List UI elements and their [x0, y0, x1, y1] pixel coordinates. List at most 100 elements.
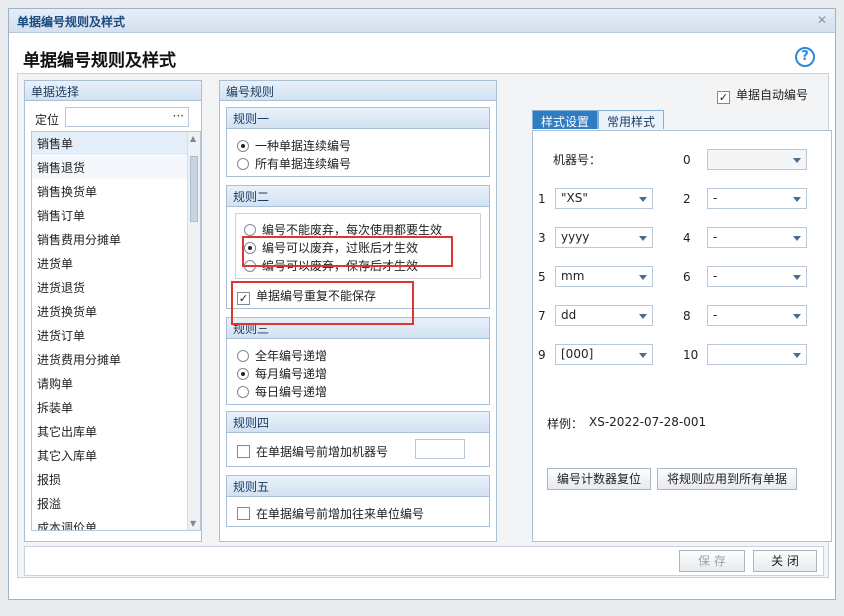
help-icon[interactable]: ?	[795, 47, 815, 67]
close-icon[interactable]: ✕	[817, 13, 827, 27]
segment-4-value: -	[713, 230, 718, 244]
checkbox-icon[interactable]	[237, 445, 250, 458]
segment-9-value: [000]	[561, 347, 594, 361]
segment-3-select[interactable]: yyyy	[555, 227, 653, 248]
list-item[interactable]: 成本调价单	[32, 516, 200, 530]
rule1-option2-label: 所有单据连续编号	[255, 157, 352, 171]
segment-9-select[interactable]: [000]	[555, 344, 653, 365]
list-item[interactable]: 销售退货	[32, 156, 200, 180]
index-2: 2	[683, 192, 691, 206]
chevron-down-icon	[793, 236, 801, 241]
segment-5-select[interactable]: mm	[555, 266, 653, 287]
sample-label: 样例：	[547, 417, 584, 431]
content-area: 单据选择 定位 ··· 销售单 销售退货 销售换货单 销售订单 销售费用分摊单 进货单 进货…	[17, 73, 832, 578]
radio-icon[interactable]	[237, 350, 249, 362]
save-button[interactable]: 保 存	[679, 550, 745, 572]
auto-number-check[interactable]: ✓ 单据自动编号	[716, 86, 808, 104]
radio-icon[interactable]	[237, 140, 249, 152]
list-item[interactable]: 其它入库单	[32, 444, 200, 468]
segment-4-select[interactable]: -	[707, 227, 807, 248]
list-item[interactable]: 请购单	[32, 372, 200, 396]
rule3-option3[interactable]: 每日编号递增	[237, 383, 327, 400]
machine-label: 机器号：	[553, 153, 602, 167]
index-1: 1	[538, 192, 546, 206]
rule3-option1[interactable]: 全年编号递增	[237, 347, 327, 364]
list-item[interactable]: 进货换货单	[32, 300, 200, 324]
list-item[interactable]: 销售单	[32, 132, 200, 156]
segment-6-select[interactable]: -	[707, 266, 807, 287]
index-4: 4	[683, 231, 691, 245]
rule4-group: 规则四 在单据编号前增加机器号	[226, 411, 490, 467]
tab-style-settings[interactable]: 样式设置	[532, 110, 599, 129]
chevron-down-icon	[639, 236, 647, 241]
list-item[interactable]: 拆装单	[32, 396, 200, 420]
style-tab-panel: 机器号： 0 1 "XS" 2 - 3 yyyy 4 - 5 mm 6 - 7 …	[532, 130, 832, 542]
list-item[interactable]: 报损	[32, 468, 200, 492]
segment-7-value: dd	[561, 308, 577, 322]
list-scrollbar[interactable]: ▲ ▼	[187, 132, 200, 530]
tab-common-styles[interactable]: 常用样式	[598, 110, 665, 129]
segment-0-select[interactable]	[707, 149, 807, 170]
segment-8-select[interactable]: -	[707, 305, 807, 326]
chevron-down-icon	[639, 275, 647, 280]
radio-icon[interactable]	[237, 158, 249, 170]
index-10: 10	[683, 348, 699, 362]
rule5-option1[interactable]: 在单据编号前增加往来单位编号	[237, 505, 424, 522]
list-item[interactable]: 销售订单	[32, 204, 200, 228]
reset-counter-button[interactable]: 编号计数器复位	[547, 468, 651, 490]
list-item[interactable]: 其它出库单	[32, 420, 200, 444]
scroll-thumb[interactable]	[190, 156, 198, 222]
chevron-down-icon	[639, 314, 647, 319]
close-button[interactable]: 关 闭	[753, 550, 817, 572]
rule1-option2[interactable]: 所有单据连续编号	[237, 155, 351, 172]
segment-6-value: -	[713, 269, 718, 283]
index-6: 6	[683, 270, 691, 284]
segment-1-select[interactable]: "XS"	[555, 188, 653, 209]
radio-icon[interactable]	[237, 368, 249, 380]
index-9: 9	[538, 348, 546, 362]
radio-icon[interactable]	[237, 386, 249, 398]
rule4-option1[interactable]: 在单据编号前增加机器号	[237, 443, 388, 460]
segment-10-select[interactable]	[707, 344, 807, 365]
scroll-down-icon[interactable]: ▼	[190, 519, 196, 528]
document-list[interactable]: 销售单 销售退货 销售换货单 销售订单 销售费用分摊单 进货单 进货退货 进货换货单 进货订单进…	[31, 131, 201, 531]
rule4-title: 规则四	[227, 412, 489, 433]
window-title: 单据编号规则及样式	[17, 15, 126, 29]
segment-2-select[interactable]: -	[707, 188, 807, 209]
machine-number-input[interactable]	[415, 439, 465, 459]
segment-1-value: "XS"	[561, 191, 588, 205]
style-settings-area: ✓ 单据自动编号 样式设置 常用样式 机器号： 0 1 "XS" 2 - 3 yyy…	[518, 80, 832, 542]
segment-2-value: -	[713, 191, 718, 205]
list-item[interactable]: 销售费用分摊单	[32, 228, 200, 252]
list-item[interactable]: 进货订单	[32, 324, 200, 348]
more-icon[interactable]: ···	[173, 109, 184, 123]
panel-title: 单据选择	[25, 81, 201, 101]
chevron-down-icon	[793, 275, 801, 280]
panel-title: 编号规则	[220, 81, 496, 101]
segment-8-value: -	[713, 308, 718, 322]
scroll-up-icon[interactable]: ▲	[190, 134, 196, 143]
segment-7-select[interactable]: dd	[555, 305, 653, 326]
segment-5-value: mm	[561, 269, 585, 283]
list-item[interactable]: 销售换货单	[32, 180, 200, 204]
list-item[interactable]: 进货费用分摊单	[32, 348, 200, 372]
index-3: 3	[538, 231, 546, 245]
rule5-title: 规则五	[227, 476, 489, 497]
rule2-option1-label: 编号不能废弃，每次使用都要生效	[262, 223, 443, 237]
sample-value: XS-2022-07-28-001	[589, 415, 707, 429]
radio-icon[interactable]	[244, 224, 256, 236]
apply-all-button[interactable]: 将规则应用到所有单据	[657, 468, 797, 490]
rule1-option1[interactable]: 一种单据连续编号	[237, 137, 351, 154]
rule3-option2[interactable]: 每月编号递增	[237, 365, 327, 382]
checkbox-icon[interactable]	[237, 507, 250, 520]
auto-number-label: 单据自动编号	[735, 88, 808, 102]
locate-input[interactable]: ···	[65, 107, 189, 127]
rule2-title: 规则二	[227, 186, 489, 207]
rule3-option3-label: 每日编号递增	[255, 385, 328, 399]
list-item[interactable]: 进货单	[32, 252, 200, 276]
checkbox-checked-icon[interactable]: ✓	[716, 91, 730, 104]
list-item[interactable]: 进货退货	[32, 276, 200, 300]
list-item[interactable]: 报溢	[32, 492, 200, 516]
chevron-down-icon	[793, 197, 801, 202]
style-tabs: 样式设置 常用样式	[532, 110, 665, 129]
